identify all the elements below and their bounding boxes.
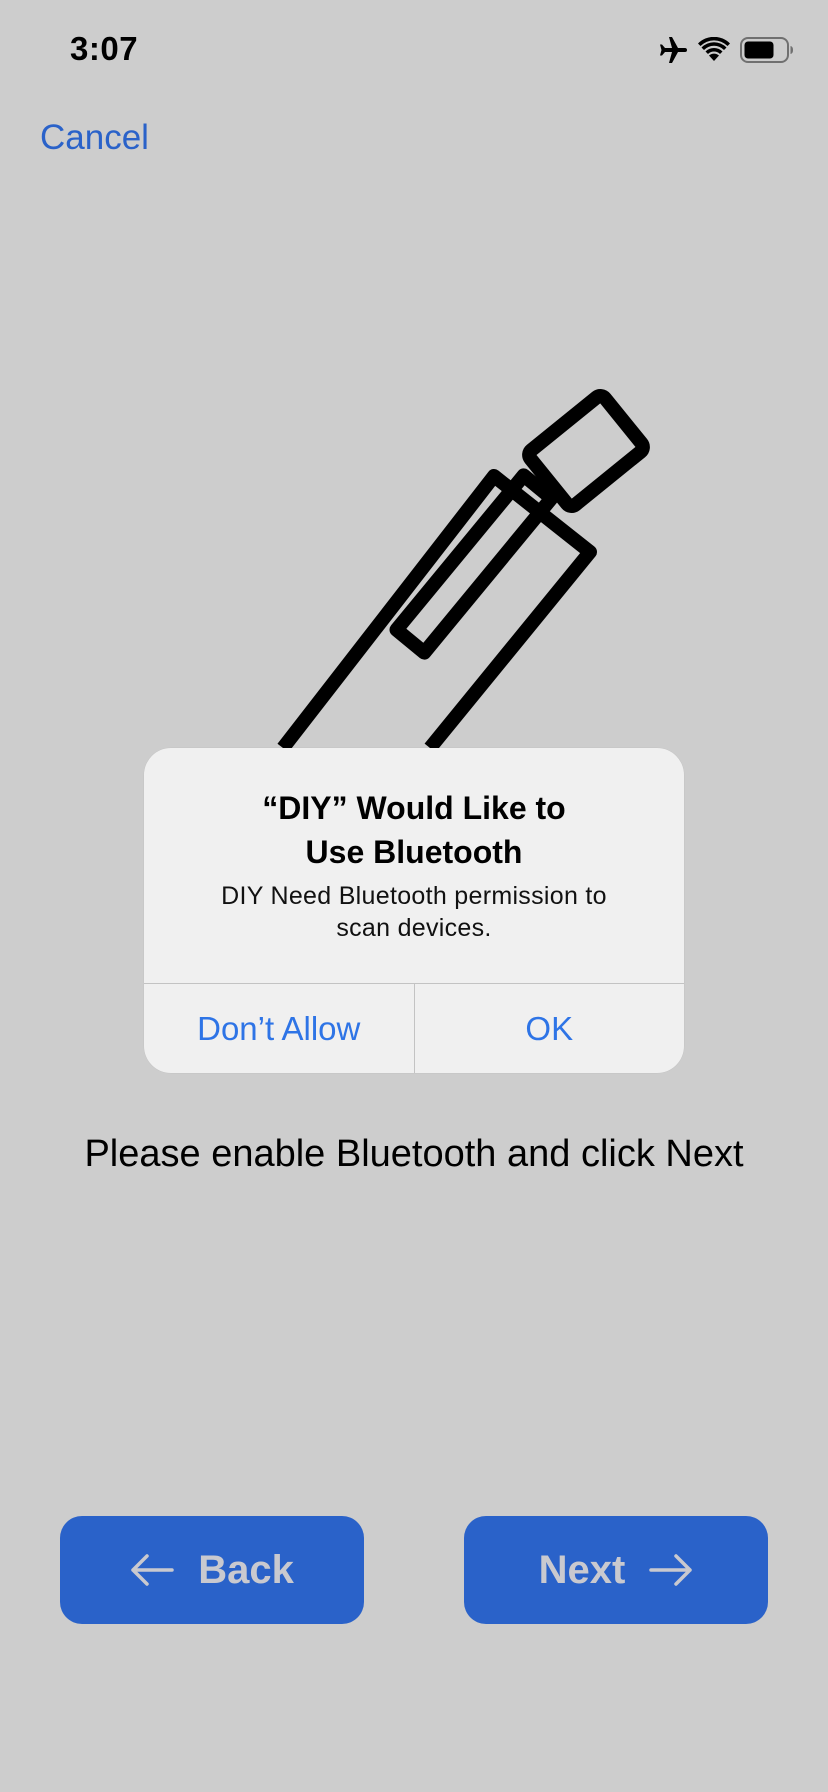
alert-body: “DIY” Would Like to Use Bluetooth DIY Ne… bbox=[144, 748, 684, 983]
alert-buttons: Don’t Allow OK bbox=[144, 983, 684, 1073]
next-button-label: Next bbox=[538, 1547, 626, 1592]
arrow-left-icon bbox=[130, 1553, 174, 1587]
alert-message: DIY Need Bluetooth permission to scan de… bbox=[221, 882, 607, 942]
ok-button[interactable]: OK bbox=[413, 984, 685, 1073]
instruction-text: Please enable Bluetooth and click Next bbox=[84, 1133, 744, 1175]
dont-allow-button[interactable]: Don’t Allow bbox=[144, 984, 414, 1073]
back-button[interactable]: Back bbox=[60, 1516, 364, 1624]
alert-title: “DIY” Would Like to Use Bluetooth bbox=[262, 790, 566, 870]
next-button[interactable]: Next bbox=[464, 1516, 768, 1624]
back-button-label: Back bbox=[198, 1547, 294, 1592]
arrow-right-icon bbox=[649, 1553, 693, 1587]
pen-device-icon bbox=[277, 389, 650, 753]
bluetooth-permission-alert: “DIY” Would Like to Use Bluetooth DIY Ne… bbox=[144, 748, 684, 1073]
